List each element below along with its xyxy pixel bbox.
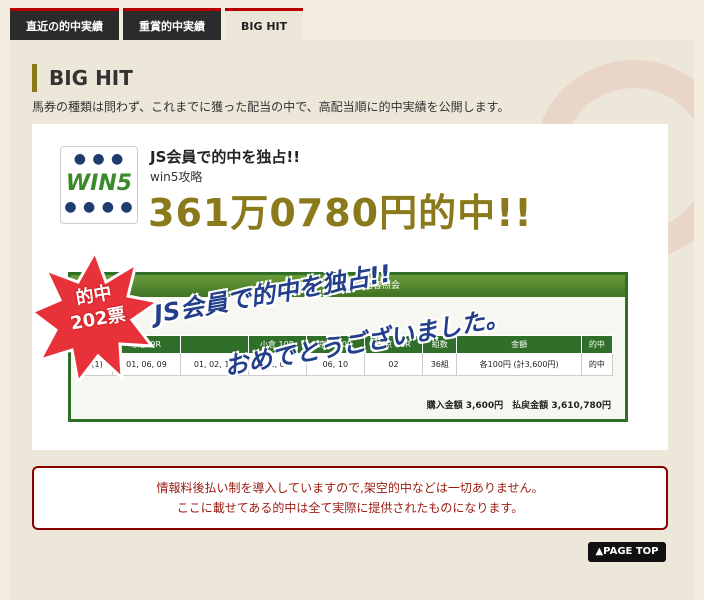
ticket-cell: 02 <box>363 353 424 376</box>
notice-box: 情報料後払い制を導入していますので,架空的中などは一切ありません。 ここに載せて… <box>32 466 668 530</box>
ticket-cell: 36組 <box>422 353 458 376</box>
hit-amount: 361万0780円的中!! <box>148 191 533 235</box>
section-title: BIG HIT <box>32 64 133 92</box>
notice-line1: 情報料後払い制を導入していますので,架空的中などは一切ありません。 <box>156 481 544 495</box>
tab-graded-hits[interactable]: 重賞的中実績 <box>123 8 221 40</box>
notice-line2: ここに載せてある的中は全て実際に提供されたものになります。 <box>176 501 524 515</box>
ticket-total: 購入金額 3,600円 払戻金額 3,610,780円 <box>426 401 611 411</box>
hit-title: JS会員で的中を独占!! <box>150 148 301 166</box>
ticket-cell: 的中 <box>580 353 614 376</box>
win5-logo: ● ● ● WIN5 ● ● ● ● <box>60 146 138 224</box>
page-top-button[interactable]: ▲PAGE TOP <box>588 542 666 562</box>
tab-big-hit[interactable]: BIG HIT <box>225 8 304 42</box>
tab-bar: 直近の的中実績 重賞的中実績 BIG HIT <box>10 8 304 42</box>
hit-card: ● ● ● WIN5 ● ● ● ● JS会員で的中を独占!! win5攻略 3… <box>32 124 668 450</box>
ticket-col: 金額 <box>456 335 582 354</box>
ticket-col: 的中 <box>580 335 614 354</box>
ticket-cell: 各100円 (計3,600円) <box>456 353 582 376</box>
jockey-icons-top: ● ● ● <box>73 151 125 167</box>
win5-logo-text: WIN5 <box>65 171 133 196</box>
jockey-icons-bottom: ● ● ● ● <box>64 199 134 215</box>
big-hit-panel: BIG HIT 馬券の種類は問わず、これまでに獲った配当の中で、高配当順に的中実… <box>10 40 694 600</box>
tab-recent-hits[interactable]: 直近の的中実績 <box>10 8 119 40</box>
section-description: 馬券の種類は問わず、これまでに獲った配当の中で、高配当順に的中実績を公開します。 <box>32 100 510 114</box>
